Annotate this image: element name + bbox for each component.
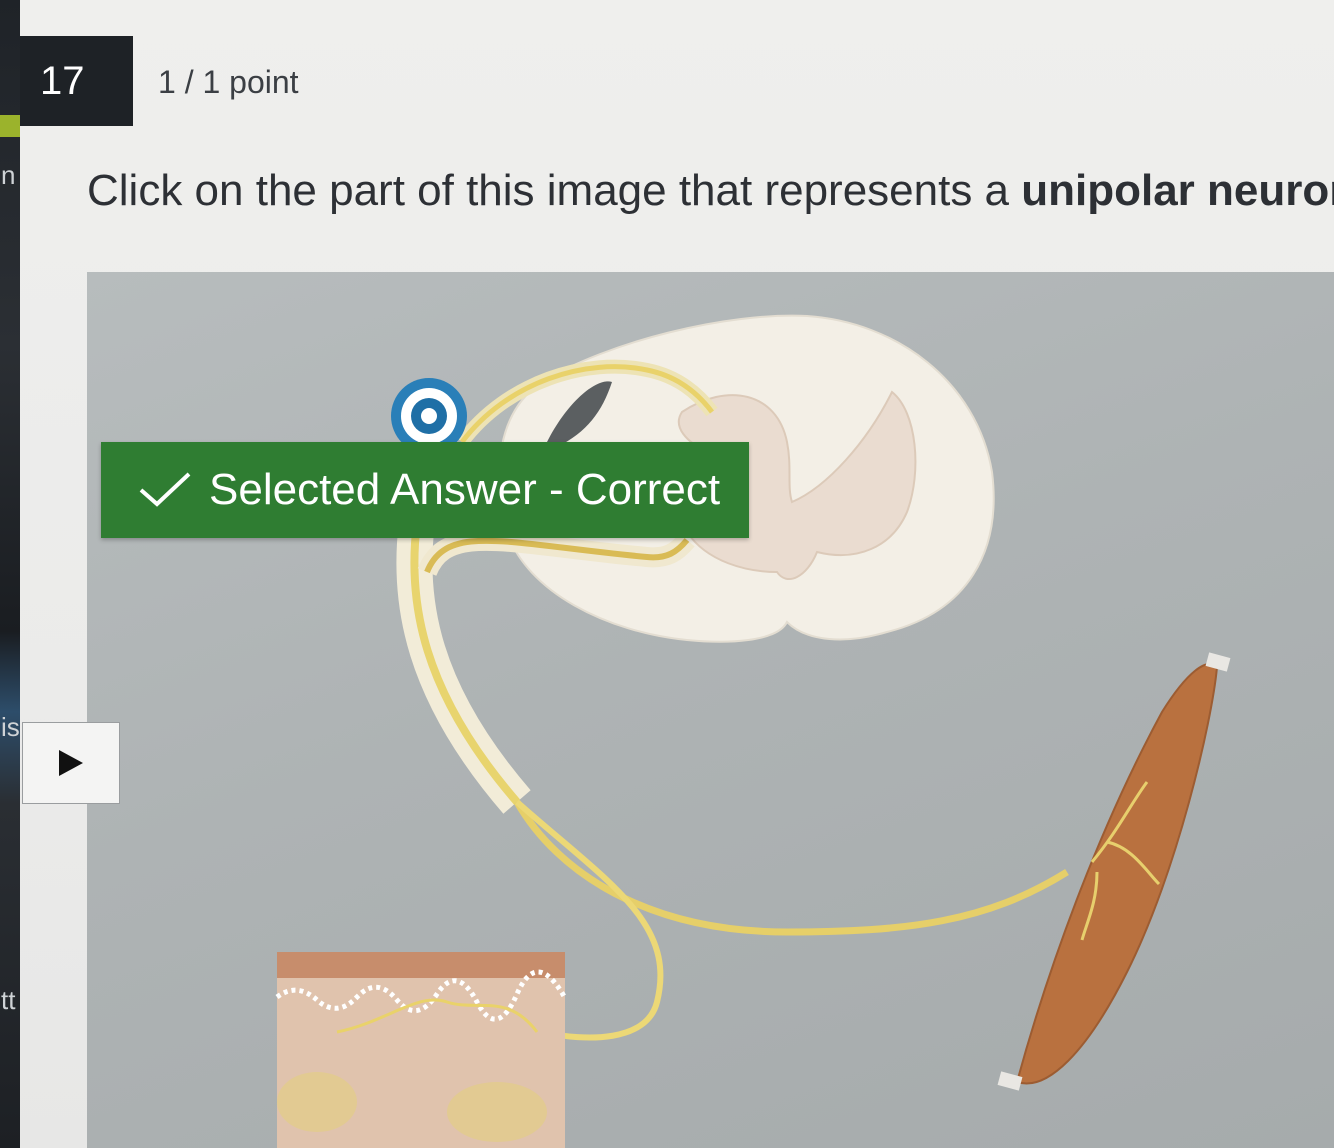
check-icon — [139, 472, 191, 507]
next-button[interactable] — [22, 722, 120, 804]
feedback-badge: Selected Answer - Correct — [101, 442, 749, 538]
feedback-label: Selected Answer - Correct — [209, 465, 721, 514]
neuron-illustration — [275, 314, 1231, 1148]
motor-axon — [513, 800, 1069, 936]
rail-text-fragment: tt — [1, 985, 16, 1015]
play-triangle-icon — [59, 750, 83, 776]
left-sidebar-rail: n is tt — [0, 0, 20, 1148]
muscle — [1015, 663, 1219, 1085]
question-number: 17 — [20, 36, 133, 126]
rail-text-fragment: n — [1, 160, 16, 190]
prompt-text: Click on the part of this image that rep… — [87, 166, 1022, 215]
rail-accent-bar — [0, 115, 20, 137]
rail-text-fragment: is — [1, 712, 20, 742]
question-points: 1 / 1 point — [158, 64, 299, 100]
question-prompt: Click on the part of this image that rep… — [87, 166, 1334, 216]
prompt-bold-term: unipolar neuron. — [1021, 166, 1334, 215]
hotspot-image[interactable] — [87, 272, 1334, 1148]
